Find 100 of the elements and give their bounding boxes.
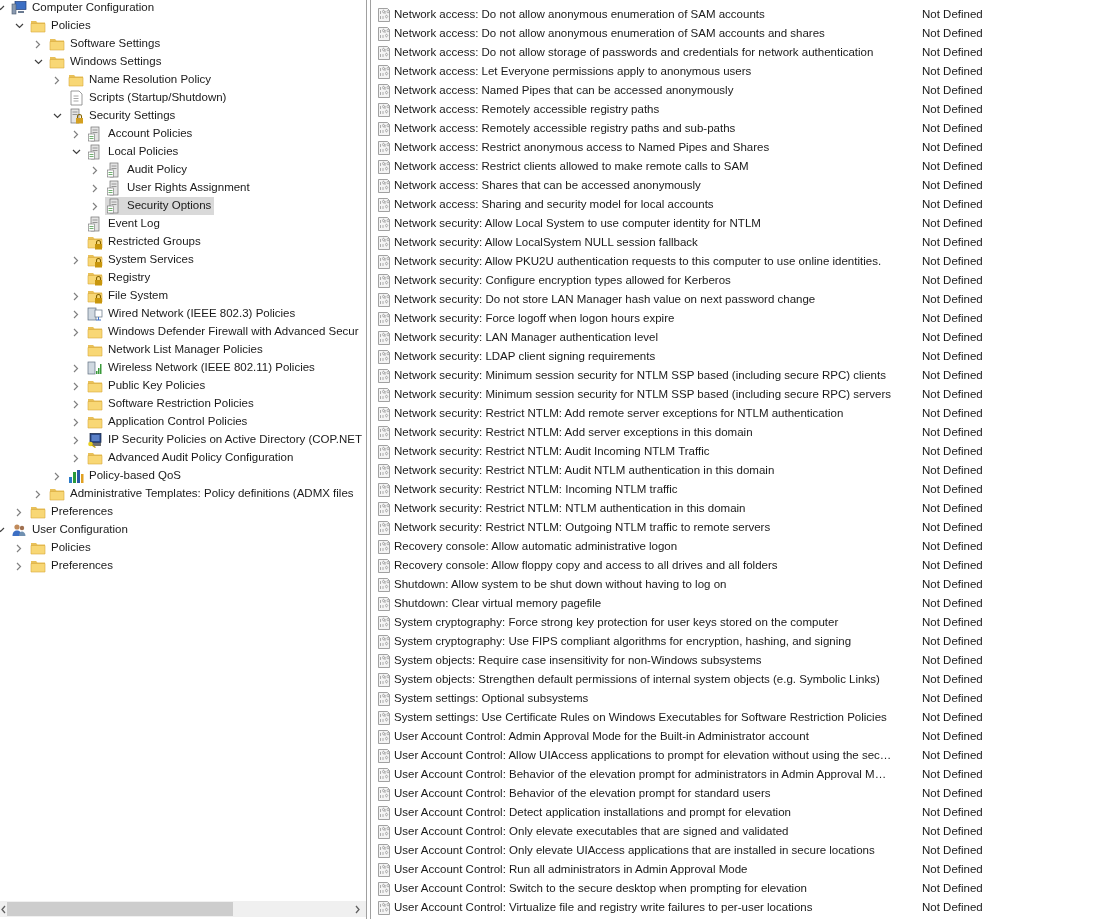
chevron-right-icon[interactable] (73, 435, 79, 445)
tree-item[interactable]: Windows Defender Firewall with Advanced Secur (86, 323, 362, 341)
policy-name[interactable]: Recovery console: Allow automatic administrative logon (394, 537, 922, 556)
policy-name[interactable]: Network access: Named Pipes that can be accessed anonymously (394, 81, 922, 100)
policy-name[interactable]: Network security: Allow LocalSystem NULL session fallback (394, 233, 922, 252)
policy-name[interactable]: Shutdown: Clear virtual memory pagefile (394, 594, 922, 613)
tree-item[interactable]: Local Policies (86, 143, 182, 161)
policy-name[interactable]: System objects: Strengthen default permissions of internal system objects (e.g. Symbolic Links) (394, 670, 922, 689)
policy-name[interactable]: User Account Control: Run all administrators in Admin Approval Mode (394, 860, 922, 879)
chevron-down-icon[interactable] (33, 59, 43, 65)
tree-item[interactable]: Preferences (29, 503, 116, 521)
chevron-right-icon[interactable] (16, 507, 22, 517)
policy-name[interactable]: Network security: Restrict NTLM: Audit NTLM authentication in this domain (394, 461, 922, 480)
chevron-right-icon[interactable] (73, 363, 79, 373)
scroll-right-icon[interactable] (354, 904, 361, 914)
policy-name[interactable]: Network security: Minimum session security for NTLM SSP based (including secure RPC) servers (394, 385, 922, 404)
tree-item[interactable]: Application Control Policies (86, 413, 251, 431)
chevron-right-icon[interactable] (92, 183, 98, 193)
policy-name[interactable]: Network security: Restrict NTLM: Outgoing NTLM traffic to remote servers (394, 518, 922, 537)
scroll-left-icon[interactable] (0, 904, 7, 914)
tree-item[interactable]: Network List Manager Policies (86, 341, 266, 359)
tree-item[interactable]: Administrative Templates: Policy definitions (ADMX files (48, 485, 357, 503)
tree-item[interactable]: Preferences (29, 557, 116, 575)
tree-item[interactable]: Policies (29, 17, 94, 35)
policy-name[interactable]: Network access: Remotely accessible registry paths and sub-paths (394, 119, 922, 138)
chevron-right-icon[interactable] (73, 291, 79, 301)
policy-name[interactable]: Network security: Restrict NTLM: Audit Incoming NTLM Traffic (394, 442, 922, 461)
policy-name[interactable]: Network security: Minimum session security for NTLM SSP based (including secure RPC) clients (394, 366, 922, 385)
chevron-down-icon[interactable] (52, 113, 62, 119)
chevron-right-icon[interactable] (35, 489, 41, 499)
policy-name[interactable]: Network access: Restrict anonymous access to Named Pipes and Shares (394, 138, 922, 157)
chevron-right-icon[interactable] (92, 165, 98, 175)
tree-item[interactable]: Wired Network (IEEE 802.3) Policies (86, 305, 299, 323)
tree-item[interactable]: Event Log (86, 215, 163, 233)
policy-name[interactable]: User Account Control: Admin Approval Mode for the Built-in Administrator account (394, 727, 922, 746)
policy-name[interactable]: Network security: Configure encryption types allowed for Kerberos (394, 271, 922, 290)
tree-item[interactable]: File System (86, 287, 172, 305)
policy-name[interactable]: System settings: Optional subsystems (394, 689, 922, 708)
policy-name[interactable]: Network access: Do not allow storage of passwords and credentials for network authentication (394, 43, 922, 62)
tree-item[interactable]: Policies (29, 539, 94, 557)
tree-item[interactable]: Policy-based QoS (67, 467, 185, 485)
policy-name[interactable]: Recovery console: Allow floppy copy and access to all drives and all folders (394, 556, 922, 575)
policy-name[interactable]: Network access: Sharing and security model for local accounts (394, 195, 922, 214)
chevron-right-icon[interactable] (92, 201, 98, 211)
tree-item[interactable]: Audit Policy (105, 161, 191, 179)
policy-name[interactable]: User Account Control: Virtualize file and registry write failures to per-user locations (394, 898, 922, 917)
chevron-right-icon[interactable] (16, 543, 22, 553)
chevron-right-icon[interactable] (54, 471, 60, 481)
policy-name[interactable]: Network security: LDAP client signing requirements (394, 347, 922, 366)
policy-name[interactable]: System objects: Require case insensitivity for non-Windows subsystems (394, 651, 922, 670)
policy-name[interactable]: Network access: Let Everyone permissions apply to anonymous users (394, 62, 922, 81)
tree-item[interactable]: Wireless Network (IEEE 802.11) Policies (86, 359, 318, 377)
policy-name[interactable]: Network access: Remotely accessible registry paths (394, 100, 922, 119)
policy-name[interactable]: Network security: Force logoff when logon hours expire (394, 309, 922, 328)
tree-item[interactable]: IP Security Policies on Active Directory (COP.NET (86, 431, 365, 449)
tree-item[interactable]: Software Restriction Policies (86, 395, 257, 413)
policy-name[interactable]: Network security: Restrict NTLM: Incoming NTLM traffic (394, 480, 922, 499)
chevron-right-icon[interactable] (73, 327, 79, 337)
policy-name[interactable]: Network access: Do not allow anonymous enumeration of SAM accounts and shares (394, 24, 922, 43)
policy-name[interactable]: System settings: Use Certificate Rules on Windows Executables for Software Restriction Policies (394, 708, 922, 727)
chevron-right-icon[interactable] (73, 417, 79, 427)
tree-item[interactable]: Account Policies (86, 125, 196, 143)
chevron-right-icon[interactable] (73, 309, 79, 319)
policy-name[interactable]: Network security: Allow PKU2U authentication requests to this computer to use online identities. (394, 252, 922, 271)
tree-item[interactable]: User Configuration (10, 521, 131, 539)
policy-name[interactable]: Network access: Shares that can be accessed anonymously (394, 176, 922, 195)
chevron-right-icon[interactable] (54, 75, 60, 85)
policy-name[interactable]: User Account Control: Behavior of the elevation prompt for administrators in Admin Approval M… (394, 765, 922, 784)
tree-item[interactable]: Name Resolution Policy (67, 71, 215, 89)
policy-name[interactable]: Network security: Do not store LAN Manager hash value on next password change (394, 290, 922, 309)
tree-item[interactable]: User Rights Assignment (105, 179, 253, 197)
policy-name[interactable]: User Account Control: Only elevate executables that are signed and validated (394, 822, 922, 841)
chevron-right-icon[interactable] (35, 39, 41, 49)
tree-item[interactable]: Restricted Groups (86, 233, 204, 251)
policy-name[interactable]: Network security: LAN Manager authentication level (394, 328, 922, 347)
tree-item[interactable]: Public Key Policies (86, 377, 209, 395)
policy-name[interactable]: User Account Control: Switch to the secure desktop when prompting for elevation (394, 879, 922, 898)
policy-name[interactable]: Network security: Restrict NTLM: NTLM authentication in this domain (394, 499, 922, 518)
policy-name[interactable]: Network access: Restrict clients allowed to make remote calls to SAM (394, 157, 922, 176)
policy-name[interactable]: User Account Control: Behavior of the elevation prompt for standard users (394, 784, 922, 803)
chevron-right-icon[interactable] (73, 381, 79, 391)
policy-name[interactable]: Network security: Restrict NTLM: Add remote server exceptions for NTLM authentication (394, 404, 922, 423)
tree-item[interactable]: Software Settings (48, 35, 164, 53)
policy-name[interactable]: System cryptography: Force strong key protection for user keys stored on the computer (394, 613, 922, 632)
tree-item[interactable]: Security Settings (67, 107, 179, 125)
policy-name[interactable]: System cryptography: Use FIPS compliant algorithms for encryption, hashing, and signing (394, 632, 922, 651)
chevron-right-icon[interactable] (16, 561, 22, 571)
policy-name[interactable]: Network access: Do not allow anonymous enumeration of SAM accounts (394, 5, 922, 24)
tree-item[interactable]: Computer Configuration (10, 0, 158, 17)
policy-name[interactable]: User Account Control: Only elevate UIAccess applications that are installed in secure locations (394, 841, 922, 860)
policy-name[interactable]: Network security: Restrict NTLM: Add server exceptions in this domain (394, 423, 922, 442)
tree-item[interactable]: Security Options (105, 197, 215, 215)
chevron-right-icon[interactable] (73, 453, 79, 463)
policy-name[interactable]: User Account Control: Allow UIAccess applications to prompt for elevation without using the sec… (394, 746, 922, 765)
tree-item[interactable]: Advanced Audit Policy Configuration (86, 449, 297, 467)
chevron-down-icon[interactable] (71, 149, 81, 155)
tree-item[interactable]: System Services (86, 251, 197, 269)
horizontal-scrollbar[interactable] (0, 901, 366, 917)
policy-name[interactable]: User Account Control: Detect application installations and prompt for elevation (394, 803, 922, 822)
chevron-down-icon[interactable] (14, 23, 24, 29)
